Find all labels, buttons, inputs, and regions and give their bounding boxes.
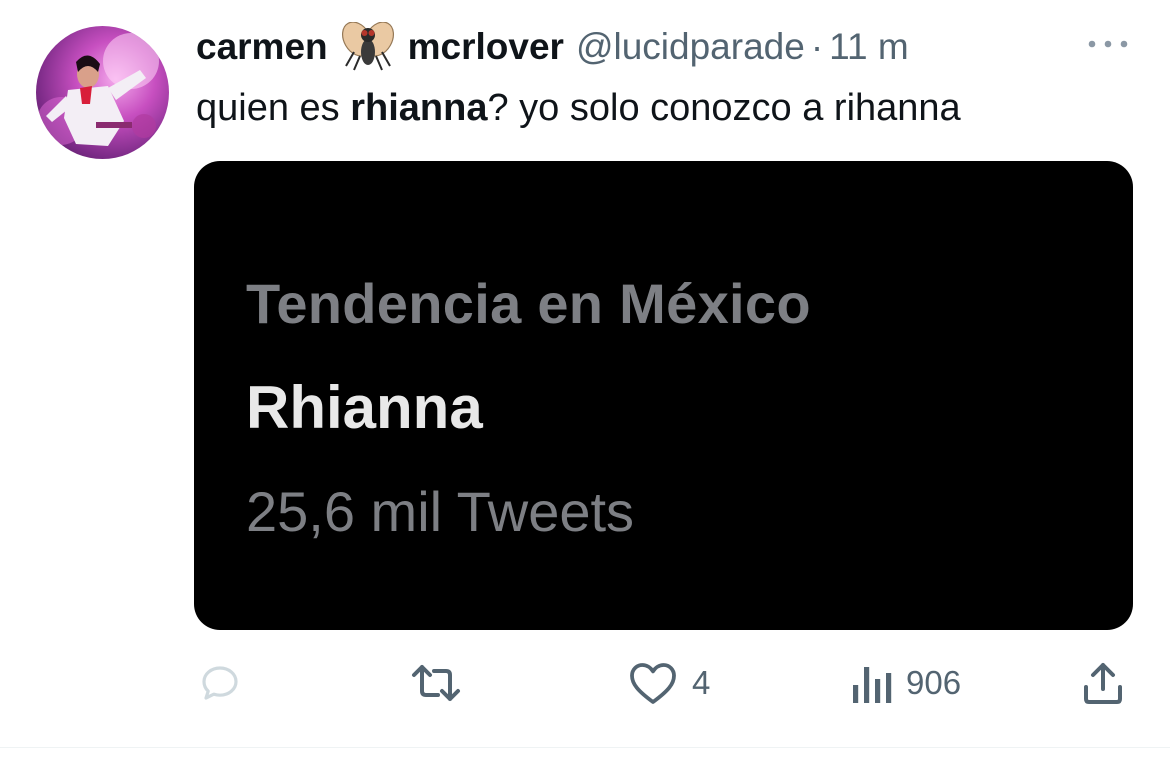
views-button[interactable]: 906 [850,656,961,710]
more-dots-icon [1088,40,1128,48]
trend-context-label: Tendencia en México [246,272,811,335]
tweet-text-part2: ? yo solo conozco a rihanna [487,87,961,129]
reply-icon [202,666,238,700]
share-icon [1084,663,1122,704]
header-separator: · [810,26,824,67]
retweet-button[interactable] [408,656,464,710]
tweet-timestamp[interactable]: 11 m [829,22,909,72]
like-button[interactable]: 4 [628,656,710,710]
display-name-part2[interactable]: mcrlover [408,22,564,72]
trend-tweet-count: 25,6 mil Tweets [246,480,635,543]
reply-button[interactable] [196,656,244,710]
retweet-icon [412,665,460,701]
display-name-part1[interactable]: carmen [196,22,328,72]
views-icon [853,667,892,703]
tweet-text-part1: quien es [196,87,351,129]
share-button[interactable] [1080,656,1126,710]
tweet[interactable]: carmen mcrlover @lucidparade · 11 m quie… [0,0,1170,748]
fly-emoji-icon [340,21,396,72]
more-options-button[interactable] [1085,34,1131,54]
tweet-text: quien es rhianna? yo solo conozco a riha… [196,82,961,134]
heart-icon [630,663,676,704]
tweet-header: carmen mcrlover @lucidparade · 11 m [196,21,909,72]
views-count: 906 [906,664,962,701]
tweet-media-image[interactable]: Tendencia en México Rhianna 25,6 mil Twe… [194,161,1133,630]
avatar[interactable] [36,26,169,159]
user-handle[interactable]: @lucidparade [576,22,805,72]
like-count: 4 [692,664,711,701]
trend-name: Rhianna [246,374,483,441]
tweet-divider [0,747,1170,748]
tweet-text-bold: rhianna [350,87,488,129]
